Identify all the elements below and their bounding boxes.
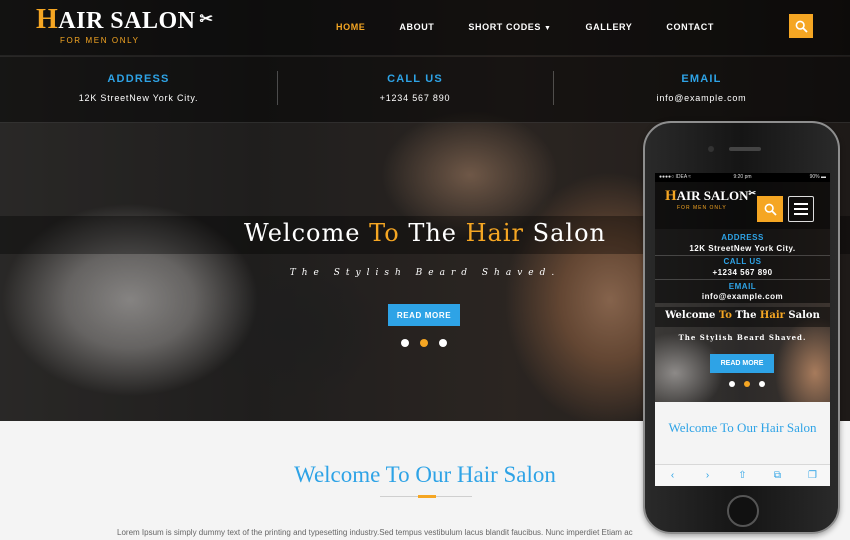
slider-dot-active[interactable] bbox=[420, 339, 428, 347]
phone-logo-title: HAIR SALON✂ bbox=[665, 188, 756, 205]
phone-address-value: 12K StreetNew York City. bbox=[689, 244, 796, 253]
logo[interactable]: HAIR SALON ✂ FOR MEN ONLY bbox=[36, 6, 213, 47]
phone-call-label: CALL US bbox=[723, 257, 762, 266]
site-header: HAIR SALON ✂ FOR MEN ONLY HOME ABOUT SHOR… bbox=[0, 0, 850, 56]
phone-welcome-title: Welcome To Our Hair Salon bbox=[668, 420, 817, 435]
search-icon bbox=[795, 20, 808, 33]
phone-email-label: EMAIL bbox=[728, 282, 757, 291]
nav-item-home[interactable]: HOME bbox=[336, 22, 365, 32]
phone-slider-dot-active[interactable] bbox=[744, 381, 750, 387]
phone-screen: ●●●●○ IDEA ≈ 9:20 pm 90% ▬ HAIR SALON✂ F… bbox=[655, 173, 830, 486]
contact-email: EMAIL info@example.com bbox=[553, 57, 850, 123]
banner-title-part: Welcome bbox=[244, 219, 370, 247]
phone-battery: 90% ▬ bbox=[809, 174, 826, 180]
phone-banner-part: Welcome bbox=[665, 310, 719, 321]
phone-speaker bbox=[729, 147, 761, 151]
phone-contact-divider bbox=[655, 255, 830, 256]
slider-dot[interactable] bbox=[401, 339, 409, 347]
email-value[interactable]: info@example.com bbox=[553, 93, 850, 103]
phone-logo[interactable]: HAIR SALON✂ FOR MEN ONLY bbox=[665, 188, 756, 211]
hamburger-menu-button[interactable] bbox=[788, 196, 814, 222]
phone-banner-part: The bbox=[731, 310, 760, 321]
logo-subtitle: FOR MEN ONLY bbox=[60, 36, 140, 45]
phone-slider-dots bbox=[729, 381, 774, 387]
phone-contact: ADDRESS 12K StreetNew York City. CALL US… bbox=[655, 229, 830, 303]
phone-banner-highlight: Hair bbox=[759, 310, 785, 321]
nav-item-short-codes-label: SHORT CODES bbox=[468, 22, 542, 32]
phone-banner-part: Salon bbox=[784, 310, 820, 321]
menu-bar bbox=[794, 213, 808, 215]
phone-banner-title: Welcome To The Hair Salon bbox=[655, 310, 830, 321]
phone-contact-divider bbox=[655, 279, 830, 280]
slider-dot[interactable] bbox=[439, 339, 447, 347]
nav-item-gallery[interactable]: GALLERY bbox=[586, 22, 633, 32]
logo-title-first: H bbox=[36, 4, 59, 35]
email-label: EMAIL bbox=[681, 73, 722, 85]
scissors-icon: ✂ bbox=[199, 11, 214, 28]
phone-time: 9:20 pm bbox=[733, 174, 752, 180]
phone-slider-dot[interactable] bbox=[759, 381, 765, 387]
search-button[interactable] bbox=[789, 14, 813, 38]
read-more-button[interactable]: READ MORE bbox=[388, 304, 460, 326]
phone-logo-subtitle: FOR MEN ONLY bbox=[677, 205, 727, 211]
contact-strip: ADDRESS 12K StreetNew York City. CALL US… bbox=[0, 57, 850, 123]
phone-banner-highlight: To bbox=[718, 310, 732, 321]
phone-search-button[interactable] bbox=[757, 196, 783, 222]
phone-camera bbox=[708, 146, 714, 152]
phone-home-button[interactable] bbox=[727, 495, 759, 527]
title-underline-accent bbox=[418, 495, 436, 498]
contact-address: ADDRESS 12K StreetNew York City. bbox=[0, 57, 277, 123]
phone-mockup: ●●●●○ IDEA ≈ 9:20 pm 90% ▬ HAIR SALON✂ F… bbox=[643, 121, 840, 534]
menu-bar bbox=[794, 203, 808, 205]
phone-email-value[interactable]: info@example.com bbox=[655, 292, 830, 301]
phone-browser-toolbar: ‹ › ⇧ ⧉ ❐ bbox=[655, 464, 830, 486]
scissors-icon: ✂ bbox=[748, 188, 757, 198]
banner-title-highlight: To bbox=[369, 219, 400, 247]
bookmarks-icon[interactable]: ⧉ bbox=[771, 469, 785, 483]
phone-banner-subtitle: The Stylish Beard Shaved. bbox=[678, 333, 807, 342]
phone-call-value[interactable]: +1234 567 890 bbox=[655, 268, 830, 277]
phone-slider-dot[interactable] bbox=[729, 381, 735, 387]
call-label: CALL US bbox=[387, 73, 443, 85]
call-value[interactable]: +1234 567 890 bbox=[277, 93, 553, 103]
nav-item-short-codes[interactable]: SHORT CODES ▼ bbox=[468, 22, 551, 32]
contact-call: CALL US +1234 567 890 bbox=[277, 57, 553, 123]
banner-title-highlight: Hair bbox=[465, 219, 525, 247]
forward-icon[interactable]: › bbox=[701, 469, 715, 483]
tabs-icon[interactable]: ❐ bbox=[806, 469, 820, 483]
logo-title-rest: AIR SALON bbox=[58, 8, 196, 34]
caret-down-icon: ▼ bbox=[544, 25, 552, 32]
phone-read-more-button[interactable]: READ MORE bbox=[710, 354, 774, 373]
phone-welcome-section: Welcome To Our Hair Salon bbox=[655, 402, 830, 464]
banner-title-part: Salon bbox=[524, 219, 606, 247]
address-value: 12K StreetNew York City. bbox=[78, 93, 199, 103]
banner-title-part: The bbox=[399, 219, 466, 247]
phone-header: HAIR SALON✂ FOR MEN ONLY bbox=[655, 182, 830, 229]
share-icon[interactable]: ⇧ bbox=[736, 469, 750, 483]
phone-logo-first: H bbox=[665, 188, 677, 204]
address-label: ADDRESS bbox=[107, 73, 170, 85]
search-icon bbox=[764, 203, 777, 216]
slider-dots bbox=[401, 339, 458, 347]
nav-item-contact[interactable]: CONTACT bbox=[666, 22, 714, 32]
logo-title: HAIR SALON ✂ bbox=[36, 6, 213, 35]
back-icon[interactable]: ‹ bbox=[666, 469, 680, 483]
menu-bar bbox=[794, 208, 808, 210]
phone-logo-rest: AIR SALON bbox=[676, 188, 749, 203]
main-nav: HOME ABOUT SHORT CODES ▼ GALLERY CONTACT bbox=[336, 22, 748, 32]
phone-status-bar: ●●●●○ IDEA ≈ 9:20 pm 90% ▬ bbox=[655, 173, 830, 182]
nav-item-about[interactable]: ABOUT bbox=[399, 22, 434, 32]
phone-address-label: ADDRESS bbox=[721, 233, 764, 242]
